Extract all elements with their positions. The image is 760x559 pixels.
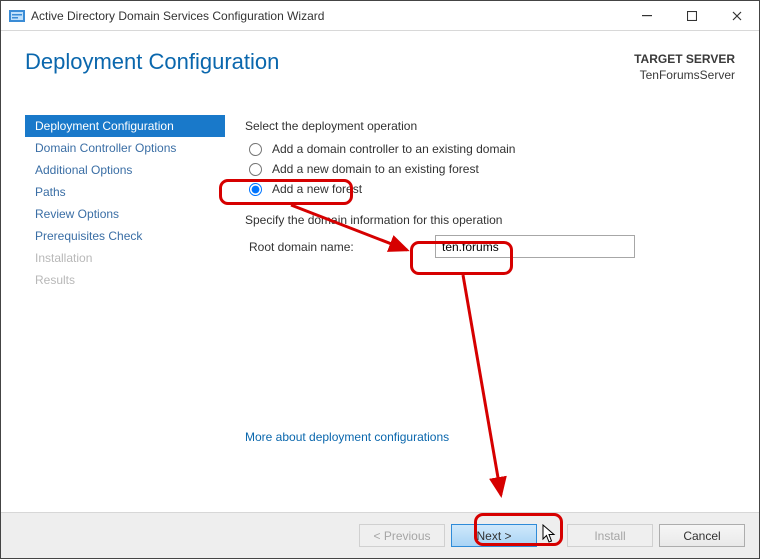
radio-add-dc-existing-domain[interactable]: Add a domain controller to an existing d… [245, 139, 735, 159]
window-title: Active Directory Domain Services Configu… [31, 9, 624, 23]
select-operation-label: Select the deployment operation [245, 119, 735, 133]
close-button[interactable] [714, 1, 759, 31]
radio-label: Add a new forest [272, 182, 362, 196]
cancel-button[interactable]: Cancel [659, 524, 745, 547]
more-about-link[interactable]: More about deployment configurations [245, 430, 449, 444]
radio-input-add-dc[interactable] [249, 143, 262, 156]
titlebar: Active Directory Domain Services Configu… [1, 1, 759, 31]
page-title: Deployment Configuration [25, 49, 279, 75]
sidebar-item-dc-options[interactable]: Domain Controller Options [25, 137, 225, 159]
sidebar-item-results: Results [25, 269, 225, 291]
target-server-value: TenForumsServer [634, 67, 735, 83]
radio-input-add-forest[interactable] [249, 183, 262, 196]
install-button: Install [567, 524, 653, 547]
radio-input-add-domain[interactable] [249, 163, 262, 176]
radio-label: Add a new domain to an existing forest [272, 162, 479, 176]
maximize-button[interactable] [669, 1, 714, 31]
sidebar-item-additional-options[interactable]: Additional Options [25, 159, 225, 181]
content-pane: Select the deployment operation Add a do… [225, 111, 735, 501]
footer: < Previous Next > Install Cancel [1, 512, 759, 558]
radio-label: Add a domain controller to an existing d… [272, 142, 515, 156]
target-server-info: TARGET SERVER TenForumsServer [634, 49, 735, 83]
header-row: Deployment Configuration TARGET SERVER T… [1, 31, 759, 111]
sidebar-item-prereq-check[interactable]: Prerequisites Check [25, 225, 225, 247]
root-domain-input[interactable] [435, 235, 635, 258]
sidebar-item-installation: Installation [25, 247, 225, 269]
sidebar-item-review-options[interactable]: Review Options [25, 203, 225, 225]
root-domain-label: Root domain name: [245, 240, 435, 254]
minimize-button[interactable] [624, 1, 669, 31]
radio-add-domain-existing-forest[interactable]: Add a new domain to an existing forest [245, 159, 735, 179]
annotation-arrow-2 [457, 273, 517, 505]
next-button[interactable]: Next > [451, 524, 537, 547]
sidebar: Deployment Configuration Domain Controll… [25, 111, 225, 501]
specify-domain-label: Specify the domain information for this … [245, 213, 735, 227]
root-domain-row: Root domain name: [245, 235, 735, 258]
sidebar-item-deployment-config[interactable]: Deployment Configuration [25, 115, 225, 137]
radio-add-new-forest[interactable]: Add a new forest [245, 179, 735, 199]
main-area: Deployment Configuration Domain Controll… [1, 111, 759, 501]
sidebar-item-paths[interactable]: Paths [25, 181, 225, 203]
previous-button: < Previous [359, 524, 445, 547]
target-server-label: TARGET SERVER [634, 51, 735, 67]
app-icon [9, 8, 25, 24]
